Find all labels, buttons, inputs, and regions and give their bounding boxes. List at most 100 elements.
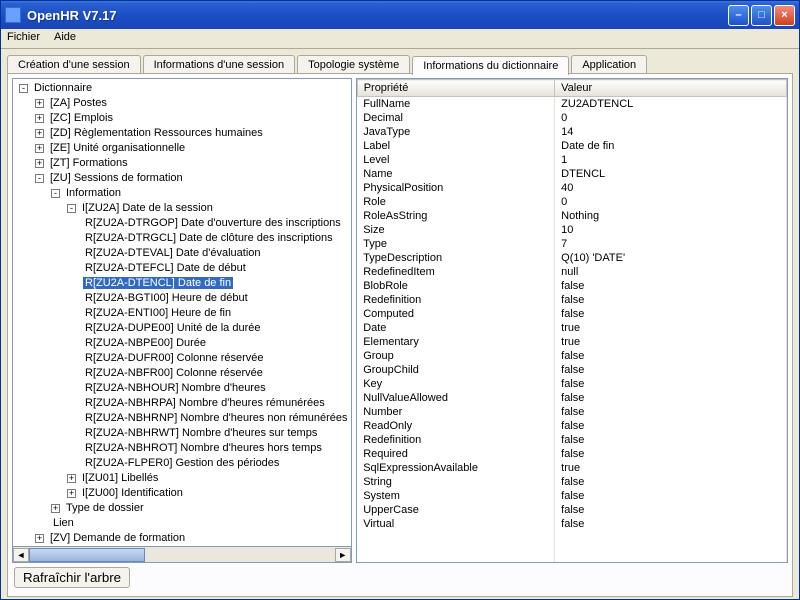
property-row[interactable]: Type7 xyxy=(357,237,786,251)
tree-field-selected[interactable]: R[ZU2A-DTENCL] Date de fin xyxy=(83,276,351,291)
tree-toggle-icon[interactable]: + xyxy=(35,144,44,153)
tree-item[interactable]: +I[ZU01] Libellés xyxy=(67,471,351,486)
property-value: false xyxy=(555,433,787,447)
tab-3[interactable]: Informations du dictionnaire xyxy=(412,56,569,75)
tree-item[interactable]: +[ZC] Emplois xyxy=(35,111,351,126)
tree-field[interactable]: R[ZU2A-NBHRNP] Nombre d'heures non rémun… xyxy=(83,411,351,426)
property-row[interactable]: RoleAsStringNothing xyxy=(357,209,786,223)
tree-field[interactable]: R[ZU2A-NBHRPA] Nombre d'heures rémunérée… xyxy=(83,396,351,411)
property-row[interactable]: Groupfalse xyxy=(357,349,786,363)
tree-field[interactable]: R[ZU2A-DTEVAL] Date d'évaluation xyxy=(83,246,351,261)
tree-toggle-icon[interactable]: + xyxy=(35,159,44,168)
tree-item-information[interactable]: -Information-I[ZU2A] Date de la sessionR… xyxy=(51,186,351,501)
tree-item-zu2a[interactable]: -I[ZU2A] Date de la sessionR[ZU2A-DTRGOP… xyxy=(67,201,351,471)
tree-toggle-icon[interactable]: + xyxy=(67,489,76,498)
tree-item[interactable]: Lien xyxy=(51,516,351,531)
property-row[interactable]: ReadOnlyfalse xyxy=(357,419,786,433)
tree-field[interactable]: R[ZU2A-NBHROT] Nombre d'heures hors temp… xyxy=(83,441,351,456)
tree-toggle-icon[interactable]: - xyxy=(67,204,76,213)
tree-field[interactable]: R[ZU2A-NBHRWT] Nombre d'heures sur temps xyxy=(83,426,351,441)
property-row[interactable]: Systemfalse xyxy=(357,489,786,503)
tree-item[interactable]: +[ZV] Demande de formation xyxy=(35,531,351,546)
tree-toggle-icon[interactable]: - xyxy=(19,84,28,93)
property-row[interactable]: LabelDate de fin xyxy=(357,139,786,153)
tree-item[interactable]: +[ZT] Formations xyxy=(35,156,351,171)
tree-toggle-icon[interactable]: + xyxy=(35,129,44,138)
property-row[interactable]: Size10 xyxy=(357,223,786,237)
close-button[interactable]: × xyxy=(774,5,795,26)
tree-toggle-icon[interactable]: - xyxy=(51,189,60,198)
tree-item[interactable]: +I[ZU00] Identification xyxy=(67,486,351,501)
property-name: Name xyxy=(357,167,554,181)
property-row[interactable]: Numberfalse xyxy=(357,405,786,419)
tree-field[interactable]: R[ZU2A-DTEFCL] Date de début xyxy=(83,261,351,276)
tree-field[interactable]: R[ZU2A-NBPE00] Durée xyxy=(83,336,351,351)
col-property[interactable]: Propriété xyxy=(357,80,554,97)
property-row[interactable]: Redefinitionfalse xyxy=(357,293,786,307)
menu-help[interactable]: Aide xyxy=(54,31,76,46)
property-row[interactable]: Stringfalse xyxy=(357,475,786,489)
property-row[interactable]: Keyfalse xyxy=(357,377,786,391)
tree-item[interactable]: +[ZA] Postes xyxy=(35,96,351,111)
col-value[interactable]: Valeur xyxy=(555,80,787,97)
property-row[interactable]: PhysicalPosition40 xyxy=(357,181,786,195)
property-value: false xyxy=(555,419,787,433)
tab-2[interactable]: Topologie système xyxy=(297,55,410,74)
refresh-tree-button[interactable]: Rafraîchir l'arbre xyxy=(14,567,130,588)
property-grid[interactable]: Propriété Valeur FullNameZU2ADTENCLDecim… xyxy=(356,78,788,563)
tree-view[interactable]: -Dictionnaire+[ZA] Postes+[ZC] Emplois+[… xyxy=(12,78,352,547)
scroll-thumb[interactable] xyxy=(29,548,145,562)
tree-field[interactable]: R[ZU2A-ENTI00] Heure de fin xyxy=(83,306,351,321)
titlebar[interactable]: OpenHR V7.17 – □ × xyxy=(1,1,799,29)
minimize-button[interactable]: – xyxy=(728,5,749,26)
tree-field[interactable]: R[ZU2A-NBFR00] Colonne réservée xyxy=(83,366,351,381)
scroll-left-button[interactable]: ◄ xyxy=(13,548,29,562)
property-row[interactable]: Requiredfalse xyxy=(357,447,786,461)
tab-1[interactable]: Informations d'une session xyxy=(143,55,296,74)
tree-field[interactable]: R[ZU2A-NBHOUR] Nombre d'heures xyxy=(83,381,351,396)
property-row[interactable]: FullNameZU2ADTENCL xyxy=(357,97,786,112)
tree-toggle-icon[interactable]: + xyxy=(35,99,44,108)
tree-item[interactable]: +[ZE] Unité organisationnelle xyxy=(35,141,351,156)
tree-toggle-icon[interactable]: - xyxy=(35,174,44,183)
property-row[interactable]: Decimal0 xyxy=(357,111,786,125)
property-row[interactable]: SqlExpressionAvailabletrue xyxy=(357,461,786,475)
tree-field[interactable]: R[ZU2A-DUFR00] Colonne réservée xyxy=(83,351,351,366)
tree-toggle-icon[interactable]: + xyxy=(67,474,76,483)
property-row[interactable]: UpperCasefalse xyxy=(357,503,786,517)
property-row[interactable]: Datetrue xyxy=(357,321,786,335)
property-row[interactable]: Role0 xyxy=(357,195,786,209)
tree-item[interactable]: +Type de dossier xyxy=(51,501,351,516)
property-row[interactable]: Virtualfalse xyxy=(357,517,786,531)
property-row[interactable]: BlobRolefalse xyxy=(357,279,786,293)
tree-h-scrollbar[interactable]: ◄ ► xyxy=(12,547,352,563)
tree-toggle-icon[interactable]: + xyxy=(35,534,44,543)
menu-file[interactable]: Fichier xyxy=(7,31,40,46)
tree-toggle-icon[interactable]: + xyxy=(51,504,60,513)
property-row[interactable]: Computedfalse xyxy=(357,307,786,321)
property-row[interactable]: Level1 xyxy=(357,153,786,167)
tree-item[interactable]: +[ZD] Règlementation Ressources humaines xyxy=(35,126,351,141)
property-row[interactable]: NullValueAllowedfalse xyxy=(357,391,786,405)
maximize-button[interactable]: □ xyxy=(751,5,772,26)
tree-field[interactable]: R[ZU2A-DUPE00] Unité de la durée xyxy=(83,321,351,336)
scroll-right-button[interactable]: ► xyxy=(335,548,351,562)
tree-field[interactable]: R[ZU2A-FLPER0] Gestion des périodes xyxy=(83,456,351,471)
property-row[interactable]: Elementarytrue xyxy=(357,335,786,349)
tree-field[interactable]: R[ZU2A-DTRGCL] Date de clôture des inscr… xyxy=(83,231,351,246)
property-row[interactable]: GroupChildfalse xyxy=(357,363,786,377)
property-row[interactable]: JavaType14 xyxy=(357,125,786,139)
tab-4[interactable]: Application xyxy=(571,55,647,74)
tree-toggle-icon[interactable]: + xyxy=(35,114,44,123)
property-row[interactable]: Redefinitionfalse xyxy=(357,433,786,447)
property-row[interactable]: NameDTENCL xyxy=(357,167,786,181)
property-row[interactable]: TypeDescriptionQ(10) 'DATE' xyxy=(357,251,786,265)
tree-field[interactable]: R[ZU2A-BGTI00] Heure de début xyxy=(83,291,351,306)
tree-field[interactable]: R[ZU2A-DTRGOP] Date d'ouverture des insc… xyxy=(83,216,351,231)
scroll-track[interactable] xyxy=(29,548,335,562)
tree-root-item[interactable]: -Dictionnaire+[ZA] Postes+[ZC] Emplois+[… xyxy=(19,81,351,547)
property-value: false xyxy=(555,279,787,293)
property-row[interactable]: RedefinedItemnull xyxy=(357,265,786,279)
tree-item-zu[interactable]: -[ZU] Sessions de formation-Information-… xyxy=(35,171,351,531)
tab-0[interactable]: Création d'une session xyxy=(7,55,141,74)
